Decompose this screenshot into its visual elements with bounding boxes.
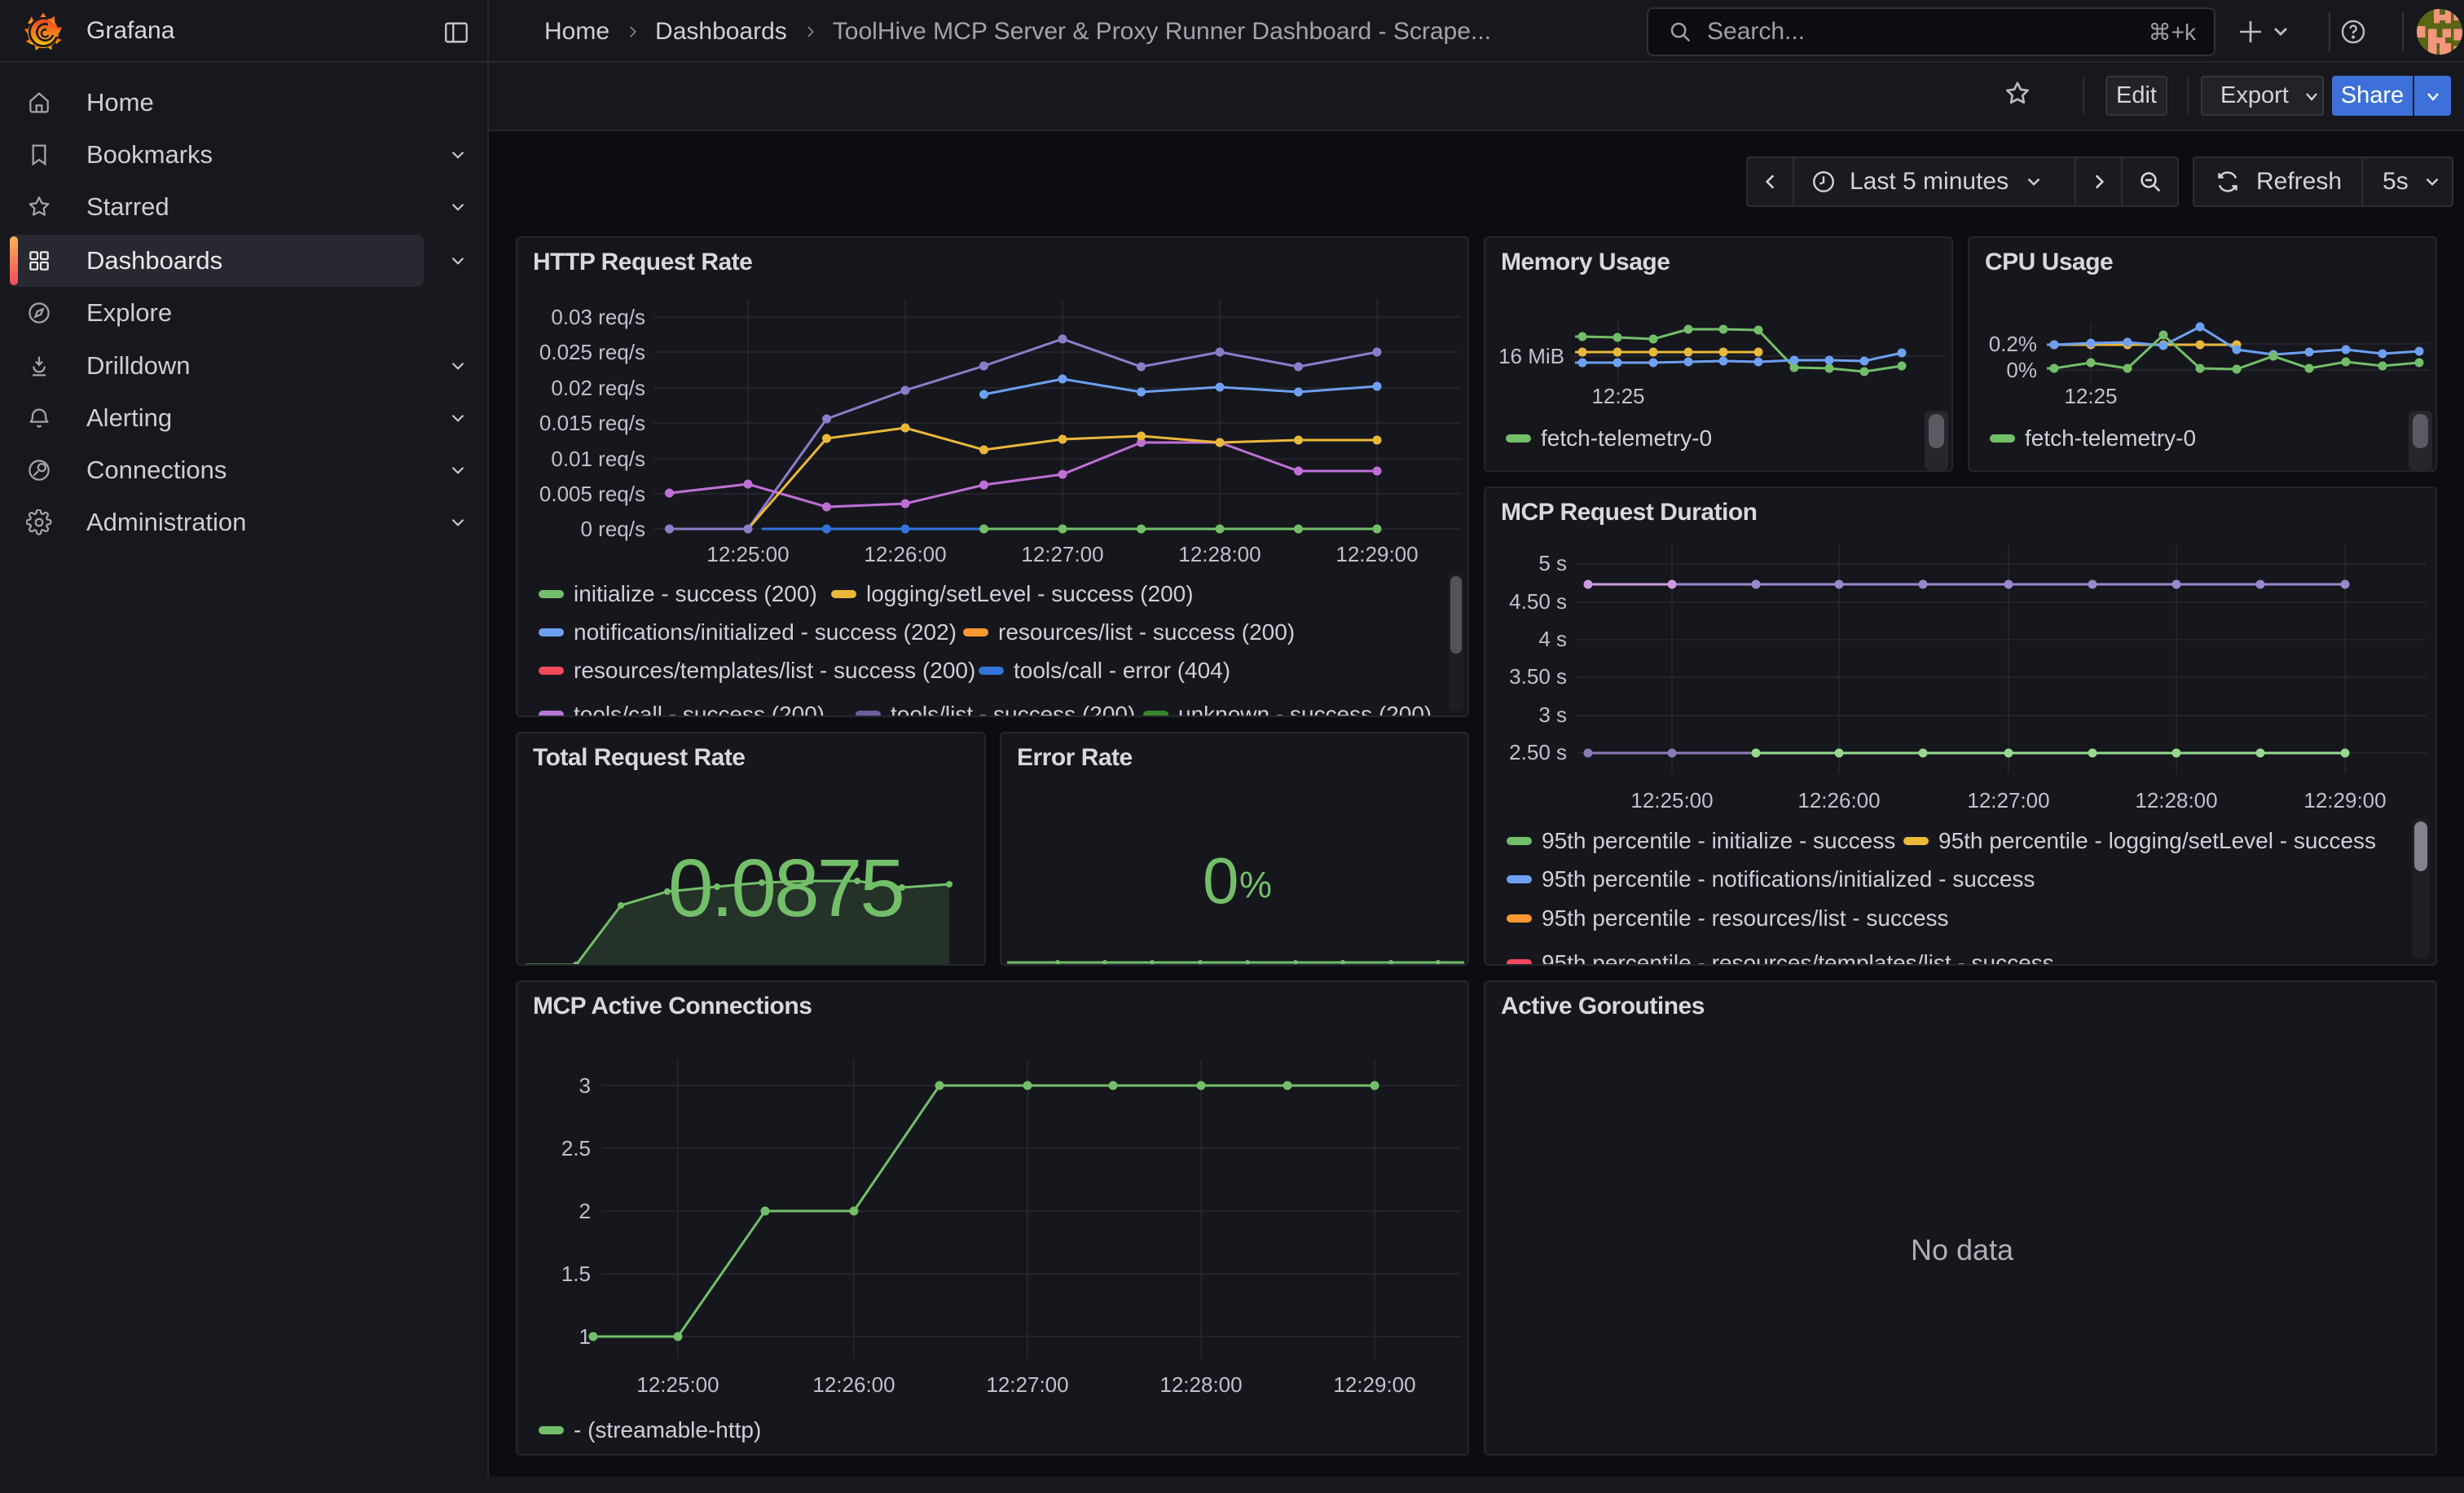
svg-text:12:26:00: 12:26:00 [864, 542, 946, 566]
svg-text:2.50 s: 2.50 s [1509, 740, 1567, 764]
svg-text:0.01 req/s: 0.01 req/s [551, 447, 645, 471]
svg-text:12:29:00: 12:29:00 [1333, 1372, 1415, 1397]
svg-text:12:26:00: 12:26:00 [1797, 788, 1880, 813]
svg-text:3.50 s: 3.50 s [1509, 664, 1567, 689]
svg-text:12:28:00: 12:28:00 [2135, 788, 2217, 813]
svg-text:12:29:00: 12:29:00 [2303, 788, 2386, 813]
svg-text:4 s: 4 s [1538, 627, 1567, 651]
svg-text:12:25: 12:25 [1591, 384, 1644, 408]
svg-text:12:25:00: 12:25:00 [1630, 788, 1713, 813]
svg-text:12:26:00: 12:26:00 [812, 1372, 895, 1397]
svg-text:0.2%: 0.2% [1989, 332, 2037, 356]
svg-text:0.02 req/s: 0.02 req/s [551, 376, 645, 400]
svg-text:5 s: 5 s [1538, 551, 1567, 575]
svg-text:12:28:00: 12:28:00 [1159, 1372, 1242, 1397]
svg-text:12:25: 12:25 [2064, 384, 2117, 408]
svg-text:12:29:00: 12:29:00 [1335, 542, 1418, 566]
svg-text:12:27:00: 12:27:00 [986, 1372, 1068, 1397]
svg-text:0.025 req/s: 0.025 req/s [539, 340, 645, 364]
svg-text:0.005 req/s: 0.005 req/s [539, 482, 645, 506]
svg-text:0.03 req/s: 0.03 req/s [551, 305, 645, 329]
svg-text:2.5: 2.5 [561, 1136, 591, 1160]
svg-text:3: 3 [579, 1073, 591, 1098]
svg-text:4.50 s: 4.50 s [1509, 589, 1567, 614]
svg-text:12:28:00: 12:28:00 [1178, 542, 1261, 566]
svg-text:0 req/s: 0 req/s [581, 517, 646, 541]
svg-text:12:25:00: 12:25:00 [636, 1372, 719, 1397]
svg-text:12:27:00: 12:27:00 [1967, 788, 2049, 813]
svg-text:16 MiB: 16 MiB [1498, 344, 1564, 368]
svg-text:3 s: 3 s [1538, 702, 1567, 727]
svg-text:12:27:00: 12:27:00 [1021, 542, 1103, 566]
svg-text:2: 2 [579, 1199, 591, 1223]
svg-text:0.015 req/s: 0.015 req/s [539, 411, 645, 435]
svg-text:0%: 0% [2006, 358, 2037, 382]
svg-text:12:25:00: 12:25:00 [706, 542, 789, 566]
svg-text:1.5: 1.5 [561, 1262, 591, 1286]
